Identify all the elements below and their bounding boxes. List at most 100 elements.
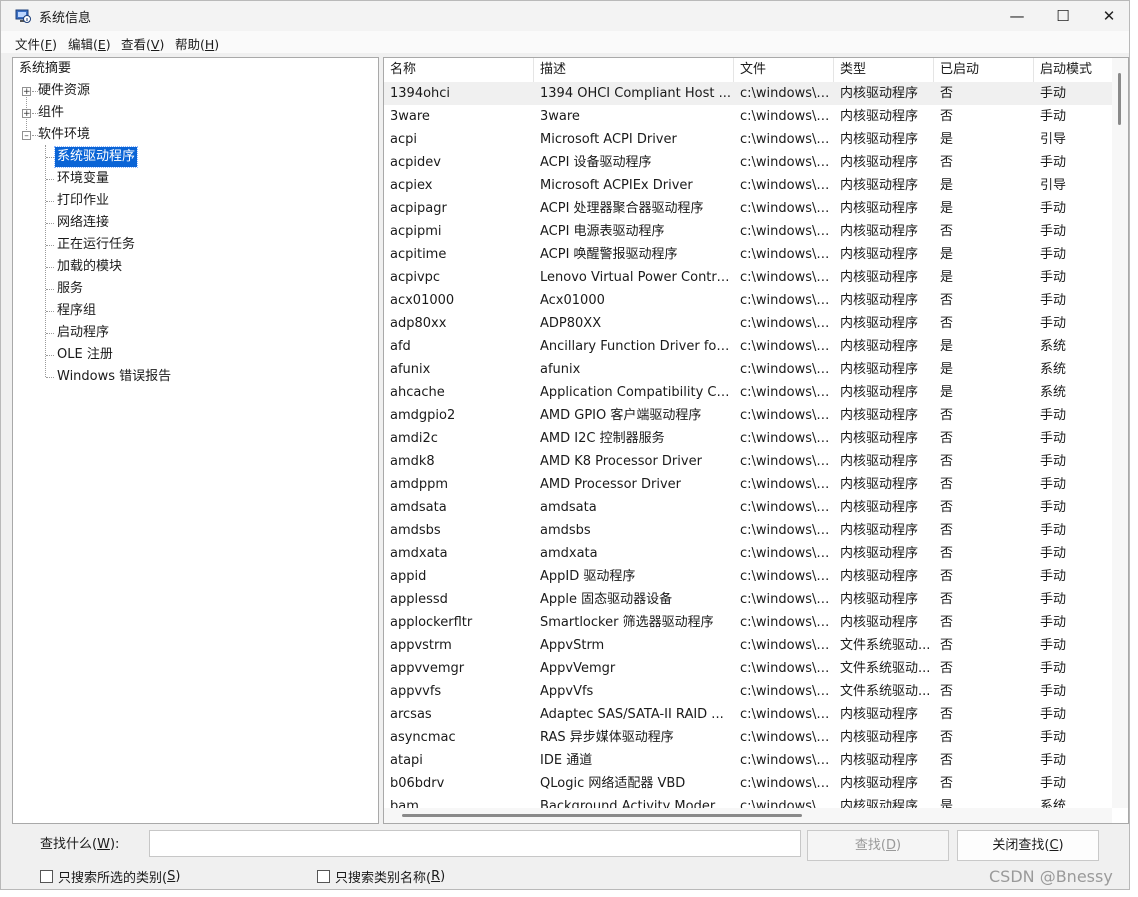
table-row[interactable]: acpivpc Lenovo Virtual Power Contro... c:\… bbox=[384, 266, 1112, 289]
tree-item-network-connections[interactable]: 网络连接 bbox=[57, 213, 109, 233]
search-selected-category-option[interactable]: 只搜索所选的类别(S) bbox=[40, 867, 180, 886]
table-row[interactable]: 1394ohci 1394 OHCI Compliant Host ... c:\w… bbox=[384, 82, 1112, 105]
category-tree[interactable]: 系统摘要 + 硬件资源 + 组件 – 软件环境 系统驱动程序 环境变量 打印作业… bbox=[12, 57, 379, 824]
table-row[interactable]: acpipagr ACPI 处理器聚合器驱动程序 c:\windows\s... 内核… bbox=[384, 197, 1112, 220]
scrollbar-thumb[interactable] bbox=[402, 814, 802, 817]
column-header-file[interactable]: 文件 bbox=[734, 58, 834, 82]
checkbox[interactable] bbox=[317, 870, 330, 883]
table-row[interactable]: arcsas Adaptec SAS/SATA-II RAID ... c:\win… bbox=[384, 703, 1112, 726]
cell-type: 文件系统驱动... bbox=[840, 638, 931, 653]
expand-icon[interactable]: + bbox=[22, 109, 31, 119]
cell-file: c:\windows\s... bbox=[740, 270, 834, 285]
find-what-input[interactable] bbox=[149, 830, 801, 857]
table-row[interactable]: acpidev ACPI 设备驱动程序 c:\windows\s... 内核驱动程序 否… bbox=[384, 151, 1112, 174]
collapse-icon[interactable]: – bbox=[22, 131, 31, 141]
vertical-scrollbar[interactable] bbox=[1112, 58, 1128, 808]
table-row[interactable]: b06bdrv QLogic 网络适配器 VBD c:\windows\s... 内核… bbox=[384, 772, 1112, 795]
cell-start-mode: 系统 bbox=[1040, 385, 1067, 400]
table-row[interactable]: acx01000 Acx01000 c:\windows\s... 内核驱动程序 否 手动 bbox=[384, 289, 1112, 312]
window-title: 系统信息 bbox=[39, 11, 92, 26]
menu-file[interactable]: 文件(F) bbox=[15, 34, 57, 53]
tree-item-ole-registration[interactable]: OLE 注册 bbox=[57, 345, 113, 365]
table-row[interactable]: afunix afunix c:\windows\s... 内核驱动程序 是 系统 bbox=[384, 358, 1112, 381]
table-row[interactable]: ahcache Application Compatibility Ca... c:… bbox=[384, 381, 1112, 404]
tree-item-startup-programs[interactable]: 启动程序 bbox=[57, 323, 109, 343]
tree-item-system-drivers[interactable]: 系统驱动程序 bbox=[53, 146, 139, 168]
table-row[interactable]: amdxata amdxata c:\windows\s... 内核驱动程序 否 手动 bbox=[384, 542, 1112, 565]
table-row[interactable]: atapi IDE 通道 c:\windows\s... 内核驱动程序 否 手动 bbox=[384, 749, 1112, 772]
tree-item-windows-error-reporting[interactable]: Windows 错误报告 bbox=[57, 367, 171, 387]
maximize-button[interactable]: ☐ bbox=[1040, 1, 1086, 31]
cell-start-mode: 系统 bbox=[1040, 362, 1067, 377]
table-row[interactable]: bam Background Activity Modera... c:\windo… bbox=[384, 795, 1112, 808]
table-row[interactable]: amdsbs amdsbs c:\windows\s... 内核驱动程序 否 手动 bbox=[384, 519, 1112, 542]
cell-start-mode: 手动 bbox=[1040, 546, 1067, 561]
table-row[interactable]: afd Ancillary Function Driver for ... c:\w… bbox=[384, 335, 1112, 358]
table-row[interactable]: appvstrm AppvStrm c:\windows\s... 文件系统驱动...… bbox=[384, 634, 1112, 657]
tree-item-environment-variables[interactable]: 环境变量 bbox=[57, 169, 109, 189]
cell-description: IDE 通道 bbox=[540, 753, 593, 768]
table-row[interactable]: appid AppID 驱动程序 c:\windows\s... 内核驱动程序 否 手动 bbox=[384, 565, 1112, 588]
tree-item-loaded-modules[interactable]: 加载的模块 bbox=[57, 257, 122, 277]
tree-item-software-environment[interactable]: 软件环境 bbox=[38, 125, 90, 145]
cell-started: 否 bbox=[940, 431, 954, 446]
menu-help[interactable]: 帮助(H) bbox=[175, 34, 219, 53]
table-row[interactable]: amdgpio2 AMD GPIO 客户端驱动程序 c:\windows\s... 内… bbox=[384, 404, 1112, 427]
table-row[interactable]: asyncmac RAS 异步媒体驱动程序 c:\windows\s... 内核驱动程… bbox=[384, 726, 1112, 749]
menu-view[interactable]: 查看(V) bbox=[121, 34, 164, 53]
table-row[interactable]: acpi Microsoft ACPI Driver c:\windows\s...… bbox=[384, 128, 1112, 151]
menu-edit[interactable]: 编辑(E) bbox=[68, 34, 111, 53]
table-row[interactable]: amdi2c AMD I2C 控制器服务 c:\windows\s... 内核驱动程序… bbox=[384, 427, 1112, 450]
cell-type: 内核驱动程序 bbox=[840, 155, 919, 170]
cell-start-mode: 手动 bbox=[1040, 707, 1067, 722]
cell-file: c:\windows\s... bbox=[740, 615, 834, 630]
checkbox[interactable] bbox=[40, 870, 53, 883]
search-category-names-option[interactable]: 只搜索类别名称(R) bbox=[317, 867, 445, 886]
tree-item-program-groups[interactable]: 程序组 bbox=[57, 301, 96, 321]
cell-type: 内核驱动程序 bbox=[840, 477, 919, 492]
close-find-button[interactable]: 关闭查找(C) bbox=[957, 830, 1099, 861]
cell-description: ACPI 唤醒警报驱动程序 bbox=[540, 247, 678, 262]
table-row[interactable]: acpipmi ACPI 电源表驱动程序 c:\windows\s... 内核驱动程序… bbox=[384, 220, 1112, 243]
table-row[interactable]: acpitime ACPI 唤醒警报驱动程序 c:\windows\s... 内核驱动… bbox=[384, 243, 1112, 266]
table-row[interactable]: amdppm AMD Processor Driver c:\windows\s..… bbox=[384, 473, 1112, 496]
column-header-description[interactable]: 描述 bbox=[534, 58, 734, 82]
tree-item-print-jobs[interactable]: 打印作业 bbox=[57, 191, 109, 211]
table-row[interactable]: acpiex Microsoft ACPIEx Driver c:\windows\… bbox=[384, 174, 1112, 197]
tree-item-hardware-resources[interactable]: 硬件资源 bbox=[38, 81, 90, 101]
drivers-list[interactable]: 名称 描述 文件 类型 已启动 启动模式 1394ohci 1394 OHCI C… bbox=[383, 57, 1129, 824]
title-bar[interactable]: 系统信息 — ☐ ✕ bbox=[1, 1, 1129, 31]
table-row[interactable]: adp80xx ADP80XX c:\windows\s... 内核驱动程序 否 手动 bbox=[384, 312, 1112, 335]
expand-icon[interactable]: + bbox=[22, 87, 31, 97]
table-row[interactable]: applessd Apple 固态驱动器设备 c:\windows\s... 内核驱动… bbox=[384, 588, 1112, 611]
column-header-type[interactable]: 类型 bbox=[834, 58, 934, 82]
cell-description: afunix bbox=[540, 362, 581, 377]
column-header-start-mode[interactable]: 启动模式 bbox=[1034, 58, 1112, 82]
cell-started: 否 bbox=[940, 155, 954, 170]
table-row[interactable]: appvvfs AppvVfs c:\windows\s... 文件系统驱动... 否 手… bbox=[384, 680, 1112, 703]
find-button[interactable]: 查找(D) bbox=[807, 830, 949, 861]
close-button[interactable]: ✕ bbox=[1086, 1, 1132, 31]
tree-item-components[interactable]: 组件 bbox=[38, 103, 64, 123]
tree-connector bbox=[46, 289, 54, 290]
horizontal-scrollbar[interactable] bbox=[384, 808, 1112, 823]
cell-description: AMD Processor Driver bbox=[540, 477, 682, 492]
tree-item-system-summary[interactable]: 系统摘要 bbox=[19, 59, 71, 79]
table-row[interactable]: 3ware 3ware c:\windows\s... 内核驱动程序 否 手动 bbox=[384, 105, 1112, 128]
cell-started: 否 bbox=[940, 546, 954, 561]
column-header-name[interactable]: 名称 bbox=[384, 58, 534, 82]
tree-item-running-tasks[interactable]: 正在运行任务 bbox=[57, 235, 135, 255]
table-row[interactable]: amdsata amdsata c:\windows\s... 内核驱动程序 否 手动 bbox=[384, 496, 1112, 519]
background-document-edge bbox=[1130, 0, 1138, 897]
table-row[interactable]: applockerfltr Smartlocker 筛选器驱动程序 c:\windo… bbox=[384, 611, 1112, 634]
column-header-started[interactable]: 已启动 bbox=[934, 58, 1034, 82]
cell-started: 是 bbox=[940, 799, 954, 808]
scrollbar-thumb[interactable] bbox=[1118, 73, 1121, 125]
cell-file: c:\windows\s... bbox=[740, 109, 834, 124]
minimize-button[interactable]: — bbox=[994, 1, 1040, 31]
cell-name: arcsas bbox=[390, 707, 432, 722]
table-row[interactable]: amdk8 AMD K8 Processor Driver c:\windows\s… bbox=[384, 450, 1112, 473]
tree-item-services[interactable]: 服务 bbox=[57, 279, 83, 299]
cell-start-mode: 手动 bbox=[1040, 730, 1067, 745]
table-row[interactable]: appvvemgr AppvVemgr c:\windows\s... 文件系统驱动.… bbox=[384, 657, 1112, 680]
